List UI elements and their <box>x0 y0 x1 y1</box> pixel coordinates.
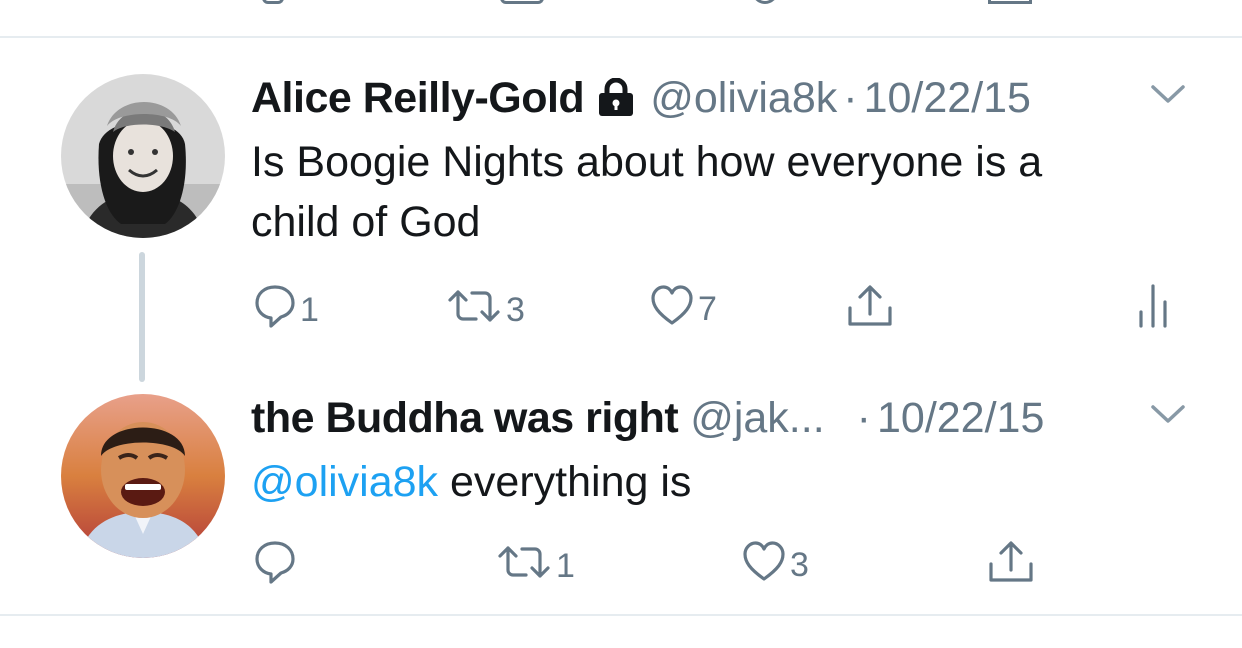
separator: · <box>856 394 871 442</box>
timestamp[interactable]: 10/22/15 <box>877 394 1044 443</box>
tweet-text: @olivia8k everything is <box>251 452 691 512</box>
like-button[interactable]: 3 <box>742 540 809 591</box>
retweet-button[interactable]: 3 <box>446 288 525 333</box>
display-name[interactable]: the Buddha was right <box>251 394 679 443</box>
tweet-text-line: Is Boogie Nights about how everyone is a <box>251 138 1043 186</box>
retweet-icon <box>446 288 502 333</box>
retweet-count: 3 <box>506 291 525 329</box>
lock-icon <box>596 77 636 127</box>
separator: · <box>843 74 858 122</box>
analytics-icon <box>1136 282 1170 337</box>
reply-button[interactable] <box>254 540 296 593</box>
handle[interactable]: @jak... <box>690 394 824 443</box>
display-name[interactable]: Alice Reilly-Gold <box>251 74 585 123</box>
like-button[interactable]: 7 <box>650 284 717 335</box>
analytics-button[interactable] <box>1136 282 1170 337</box>
retweet-icon[interactable] <box>500 0 544 4</box>
thread-connector <box>139 252 145 382</box>
tweet-header: Alice Reilly-Gold @olivia8k · 10/22/15 <box>251 74 1031 123</box>
reply-icon <box>254 540 296 593</box>
like-icon <box>650 284 694 335</box>
like-icon <box>742 540 786 591</box>
top-divider <box>0 36 1242 38</box>
share-icon <box>847 284 893 337</box>
bottom-divider <box>0 614 1242 616</box>
reply-button[interactable]: 1 <box>254 284 319 337</box>
reply-icon[interactable] <box>262 0 284 4</box>
retweet-icon <box>496 544 552 589</box>
handle[interactable]: @olivia8k <box>650 74 837 123</box>
chevron-down-icon[interactable] <box>1150 404 1186 431</box>
tweet-text: Is Boogie Nights about how everyone is a… <box>251 132 1042 252</box>
like-icon[interactable] <box>752 0 778 4</box>
like-count: 3 <box>790 546 809 584</box>
timestamp[interactable]: 10/22/15 <box>864 74 1031 123</box>
avatar[interactable] <box>61 394 225 558</box>
retweet-button[interactable]: 1 <box>496 544 575 589</box>
tweet-text-content: everything is <box>438 458 692 506</box>
share-button[interactable] <box>988 540 1034 593</box>
like-count: 7 <box>698 290 717 328</box>
chevron-down-icon[interactable] <box>1150 84 1186 111</box>
tweet-header: the Buddha was right @jak... · 10/22/15 <box>251 394 1044 443</box>
share-button[interactable] <box>847 284 893 337</box>
mention-link[interactable]: @olivia8k <box>251 458 438 506</box>
reply-count: 1 <box>300 291 319 329</box>
share-icon <box>988 540 1034 593</box>
retweet-count: 1 <box>556 547 575 585</box>
reply-icon <box>254 284 296 337</box>
avatar[interactable] <box>61 74 225 238</box>
share-icon[interactable] <box>988 0 1032 4</box>
tweet-text-line: child of God <box>251 198 481 246</box>
